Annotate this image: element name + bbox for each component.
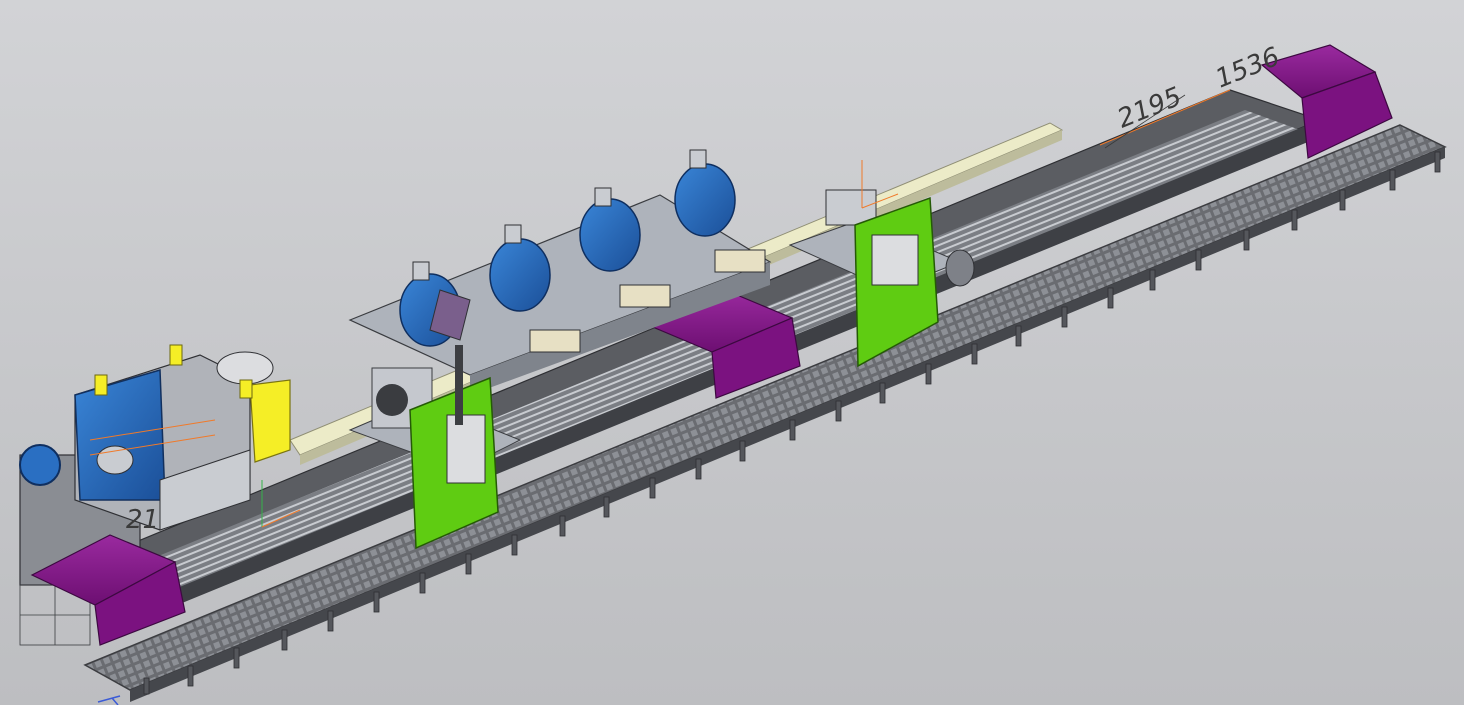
motor-cap (19, 444, 61, 486)
steady-rest-1[interactable] (399, 261, 471, 347)
tool-post-window (871, 234, 919, 286)
yellow-cover-plate (249, 379, 291, 463)
orientation-icon[interactable] (97, 695, 121, 705)
spindle-disc (216, 351, 274, 385)
control-panel-left (446, 414, 486, 484)
lathe-assembly-model[interactable]: 21 2195 1536 (0, 0, 1464, 705)
dimension-label-1536: 1536 (1211, 42, 1284, 95)
dimension-label-small: 21 (126, 505, 159, 535)
cad-3d-viewport[interactable]: 21 2195 1536 (0, 0, 1464, 705)
